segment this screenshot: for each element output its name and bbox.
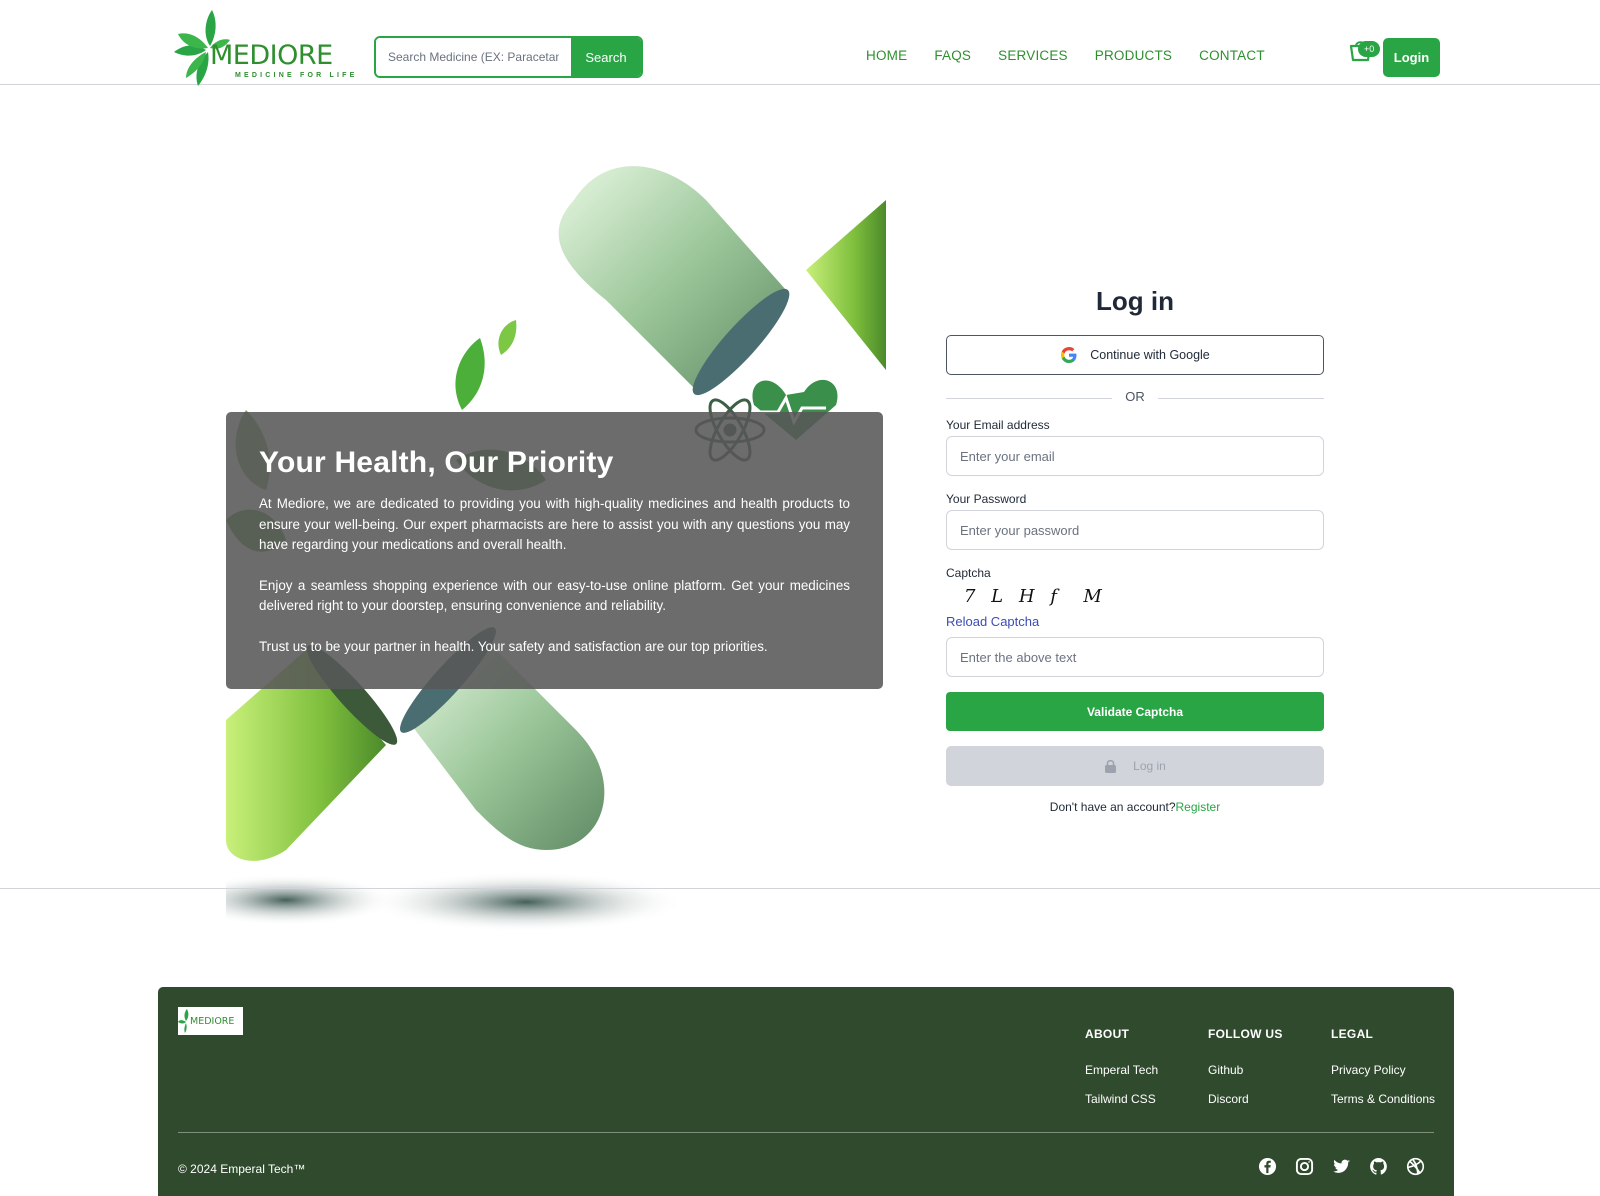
or-divider: OR	[946, 389, 1324, 407]
register-link[interactable]: Register	[1176, 800, 1221, 814]
hero-title: Your Health, Our Priority	[259, 446, 614, 479]
footer-heading: FOLLOW US	[1208, 1027, 1283, 1041]
logo-wordmark: MEDIORE	[210, 40, 333, 71]
login-submit-label: Log in	[1133, 759, 1166, 773]
site-header: MEDIORE MEDICINE FOR LIFE Search HOME FA…	[0, 0, 1600, 86]
footer-link[interactable]: Terms & Conditions	[1331, 1092, 1435, 1106]
nav-services[interactable]: SERVICES	[998, 48, 1068, 63]
footer-column-about: ABOUT Emperal Tech Tailwind CSS	[1085, 1027, 1158, 1121]
cart-count-badge: +0	[1358, 41, 1381, 57]
footer-heading: LEGAL	[1331, 1027, 1374, 1041]
login-title: Log in	[1096, 286, 1174, 316]
or-text: OR	[1125, 389, 1145, 404]
captcha-image: 7 L H f M	[964, 586, 1107, 607]
header-login-button[interactable]: Login	[1383, 38, 1440, 77]
hero-paragraph: Enjoy a seamless shopping experience wit…	[259, 577, 850, 614]
login-panel: Log in Continue with Google OR Your Emai…	[946, 280, 1324, 814]
site-footer: MEDIORE ABOUT Emperal Tech Tailwind CSS …	[158, 987, 1454, 1196]
captcha-input[interactable]	[946, 637, 1324, 677]
nav-products[interactable]: PRODUCTS	[1095, 48, 1172, 63]
email-label: Your Email address	[946, 418, 1050, 432]
dribbble-icon[interactable]	[1406, 1157, 1425, 1176]
footer-column-legal: LEGAL Privacy Policy Terms & Conditions	[1331, 1027, 1435, 1121]
hero-paragraph: Trust us to be your partner in health. Y…	[259, 638, 768, 654]
password-label: Your Password	[946, 492, 1027, 506]
logo-tagline: MEDICINE FOR LIFE	[235, 72, 358, 79]
facebook-icon[interactable]	[1258, 1157, 1277, 1176]
validate-captcha-button[interactable]: Validate Captcha	[946, 692, 1324, 731]
register-prompt: Don't have an account?Register	[946, 800, 1324, 814]
copyright-text: © 2024 Emperal Tech™	[178, 1162, 306, 1176]
no-account-text: Don't have an account?	[1049, 800, 1176, 814]
footer-heading: ABOUT	[1085, 1027, 1130, 1041]
captcha-label: Captcha	[946, 566, 991, 580]
footer-divider	[178, 1132, 1434, 1133]
footer-link[interactable]: Emperal Tech	[1085, 1063, 1158, 1077]
social-links	[1258, 1157, 1425, 1176]
search-button[interactable]: Search	[571, 38, 641, 76]
main-nav: HOME FAQS SERVICES PRODUCTS CONTACT	[866, 48, 1292, 63]
password-field[interactable]	[946, 510, 1324, 550]
search-bar: Search	[374, 36, 643, 78]
footer-link[interactable]: Discord	[1208, 1092, 1283, 1106]
google-login-label: Continue with Google	[1090, 348, 1210, 362]
footer-logo-text: MEDIORE	[190, 1016, 235, 1027]
email-field[interactable]	[946, 436, 1324, 476]
lock-icon	[1105, 759, 1117, 773]
footer-column-follow: FOLLOW US Github Discord	[1208, 1027, 1283, 1121]
footer-link[interactable]: Tailwind CSS	[1085, 1092, 1158, 1106]
login-submit-button[interactable]: Log in	[946, 746, 1324, 786]
twitter-icon[interactable]	[1332, 1157, 1351, 1176]
github-icon[interactable]	[1369, 1157, 1388, 1176]
section-divider	[0, 888, 1600, 889]
hero-card: Your Health, Our Priority At Mediore, we…	[226, 412, 883, 689]
hero-paragraph: At Mediore, we are dedicated to providin…	[259, 496, 850, 552]
site-logo[interactable]: MEDIORE MEDICINE FOR LIFE	[172, 6, 362, 90]
footer-link[interactable]: Privacy Policy	[1331, 1063, 1435, 1077]
footer-logo[interactable]: MEDIORE	[178, 1007, 243, 1035]
instagram-icon[interactable]	[1295, 1157, 1314, 1176]
google-icon	[1061, 347, 1077, 363]
nav-home[interactable]: HOME	[866, 48, 907, 63]
nav-faqs[interactable]: FAQS	[934, 48, 971, 63]
google-login-button[interactable]: Continue with Google	[946, 335, 1324, 375]
reload-captcha-link[interactable]: Reload Captcha	[946, 614, 1039, 629]
footer-link[interactable]: Github	[1208, 1063, 1283, 1077]
nav-contact[interactable]: CONTACT	[1199, 48, 1265, 63]
search-input[interactable]	[376, 38, 571, 76]
